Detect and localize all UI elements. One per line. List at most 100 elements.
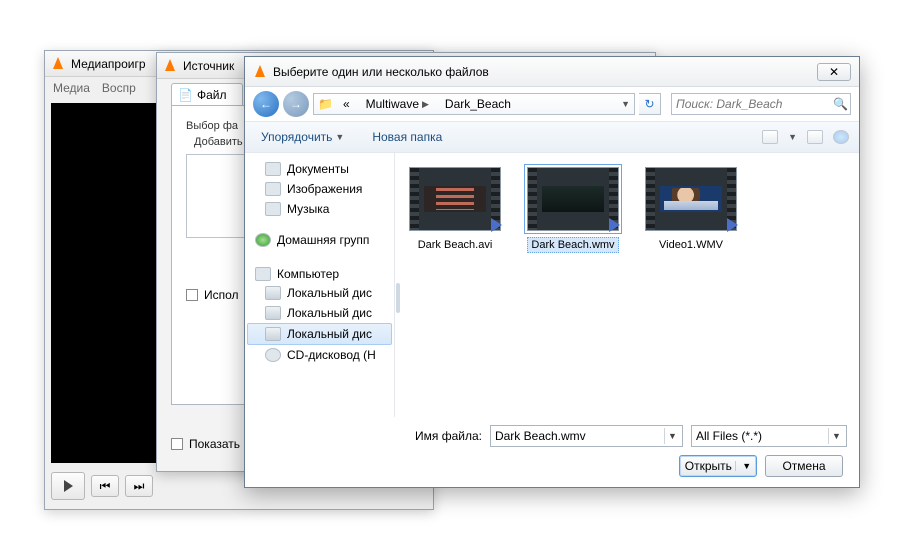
refresh-icon: ↻ (644, 97, 654, 111)
chevron-right-icon: ▶ (422, 99, 429, 110)
filmstrip-icon (646, 168, 655, 230)
menu-media[interactable]: Медиа (53, 81, 90, 95)
disk-icon (265, 327, 281, 341)
tab-file-label: Файл (197, 88, 227, 102)
nav-label: Изображения (287, 182, 362, 196)
search-input[interactable] (676, 97, 833, 111)
organize-label: Упорядочить (261, 130, 332, 144)
view-options-button[interactable] (762, 130, 778, 144)
chevron-down-icon[interactable]: ▼ (621, 99, 630, 109)
address-bar[interactable]: 📁 « Multiwave ▶ Dark_Beach ▼ (313, 93, 635, 115)
vlc-cone-icon (163, 59, 177, 73)
play-overlay-icon (609, 218, 620, 232)
close-button[interactable]: ✕ (817, 63, 851, 81)
play-icon (64, 480, 73, 492)
nav-drive-2[interactable]: Локальный дис (247, 323, 392, 345)
nav-label: CD-дисковод (Н (287, 348, 376, 362)
breadcrumb-seg-2-label: Dark_Beach (445, 97, 511, 111)
search-icon[interactable]: 🔍 (833, 97, 848, 111)
preview-pane-button[interactable] (807, 130, 823, 144)
computer-icon (255, 267, 271, 281)
file-name: Dark Beach.avi (415, 238, 496, 252)
close-icon: ✕ (829, 65, 839, 79)
dialog-toolbar: Упорядочить ▼ Новая папка ▼ (245, 121, 859, 153)
navigation-pane[interactable]: Документы Изображения Музыка Домашняя гр… (245, 153, 395, 417)
search-box[interactable]: 🔍 (671, 93, 851, 115)
filter-combo[interactable]: All Files (*.*) ▼ (691, 425, 847, 447)
pictures-icon (265, 182, 281, 196)
file-icon: 📄 (178, 88, 193, 102)
filename-combo[interactable]: Dark Beach.wmv ▼ (490, 425, 683, 447)
nav-music[interactable]: Музыка (247, 199, 392, 219)
filter-value: All Files (*.*) (696, 429, 762, 443)
nav-cd-drive[interactable]: CD-дисковод (Н (247, 345, 392, 365)
open-button[interactable]: Открыть ▼ (679, 455, 757, 477)
play-overlay-icon (491, 218, 502, 232)
new-folder-button[interactable]: Новая папка (366, 127, 448, 147)
vlc-title: Медиапроигр (71, 57, 146, 71)
chevron-down-icon: ▼ (335, 132, 344, 142)
vlc-cone-icon (253, 65, 267, 79)
nav-drive-0[interactable]: Локальный дис (247, 283, 392, 303)
disk-icon (265, 306, 281, 320)
source-title: Источник (183, 59, 234, 73)
refresh-button[interactable]: ↻ (639, 93, 661, 115)
nav-homegroup[interactable]: Домашняя групп (247, 229, 392, 249)
nav-label: Локальный дис (287, 306, 372, 320)
next-button[interactable]: ⏭ (125, 475, 153, 497)
checkbox-icon[interactable] (171, 438, 183, 450)
file-list-pane[interactable]: Dark Beach.avi Dark Beach.wmv Video1.WMV (395, 153, 859, 417)
nav-label: Локальный дис (287, 286, 372, 300)
cancel-button[interactable]: Отмена (765, 455, 843, 477)
file-item[interactable]: Dark Beach.avi (405, 167, 505, 252)
cd-icon (265, 348, 281, 362)
checkbox-icon[interactable] (186, 289, 198, 301)
show-more-row[interactable]: Показать (171, 437, 240, 451)
forward-button[interactable]: → (283, 91, 309, 117)
back-button[interactable]: ← (253, 91, 279, 117)
chevron-down-icon[interactable]: ▼ (664, 428, 680, 444)
vlc-cone-icon (51, 57, 65, 71)
tab-file[interactable]: 📄 Файл (171, 83, 243, 105)
help-button[interactable] (833, 130, 849, 144)
play-button[interactable] (51, 472, 85, 500)
chevron-down-icon[interactable]: ▼ (828, 428, 844, 444)
file-item[interactable]: Video1.WMV (641, 167, 741, 252)
filmstrip-icon (528, 168, 537, 230)
file-name: Dark Beach.wmv (527, 237, 618, 253)
open-label: Открыть (685, 459, 732, 473)
nav-label: Документы (287, 162, 349, 176)
filename-value: Dark Beach.wmv (495, 429, 586, 443)
dialog-nav-row: ← → 📁 « Multiwave ▶ Dark_Beach ▼ ↻ 🔍 (245, 87, 859, 121)
prev-button[interactable]: ⏮ (91, 475, 119, 497)
chevron-down-icon: ▼ (735, 461, 751, 471)
splitter[interactable] (395, 249, 401, 347)
disk-icon (265, 286, 281, 300)
homegroup-icon (255, 233, 271, 247)
file-name: Video1.WMV (656, 238, 726, 252)
breadcrumb-seg-1[interactable]: Multiwave ▶ (360, 95, 435, 113)
dialog-footer: Имя файла: Dark Beach.wmv ▼ All Files (*… (245, 417, 859, 487)
filmstrip-icon (410, 168, 419, 230)
show-more-label: Показать (189, 437, 240, 451)
play-overlay-icon (727, 218, 738, 232)
menu-playback[interactable]: Воспр (102, 81, 136, 95)
nav-label: Локальный дис (287, 327, 372, 341)
nav-label: Компьютер (277, 267, 339, 281)
dialog-titlebar[interactable]: Выберите один или несколько файлов ✕ (245, 57, 859, 87)
nav-computer[interactable]: Компьютер (247, 263, 392, 283)
dialog-title: Выберите один или несколько файлов (273, 65, 489, 79)
file-thumbnail (409, 167, 501, 231)
nav-label: Домашняя групп (277, 233, 369, 247)
chevron-down-icon[interactable]: ▼ (788, 132, 797, 142)
documents-icon (265, 162, 281, 176)
breadcrumb-prefix[interactable]: « (337, 95, 356, 113)
breadcrumb-seg-1-label: Multiwave (366, 97, 419, 111)
breadcrumb-seg-2[interactable]: Dark_Beach (439, 95, 517, 113)
file-item[interactable]: Dark Beach.wmv (523, 167, 623, 253)
organize-button[interactable]: Упорядочить ▼ (255, 127, 350, 147)
nav-drive-1[interactable]: Локальный дис (247, 303, 392, 323)
nav-pictures[interactable]: Изображения (247, 179, 392, 199)
nav-documents[interactable]: Документы (247, 159, 392, 179)
file-thumbnail (645, 167, 737, 231)
